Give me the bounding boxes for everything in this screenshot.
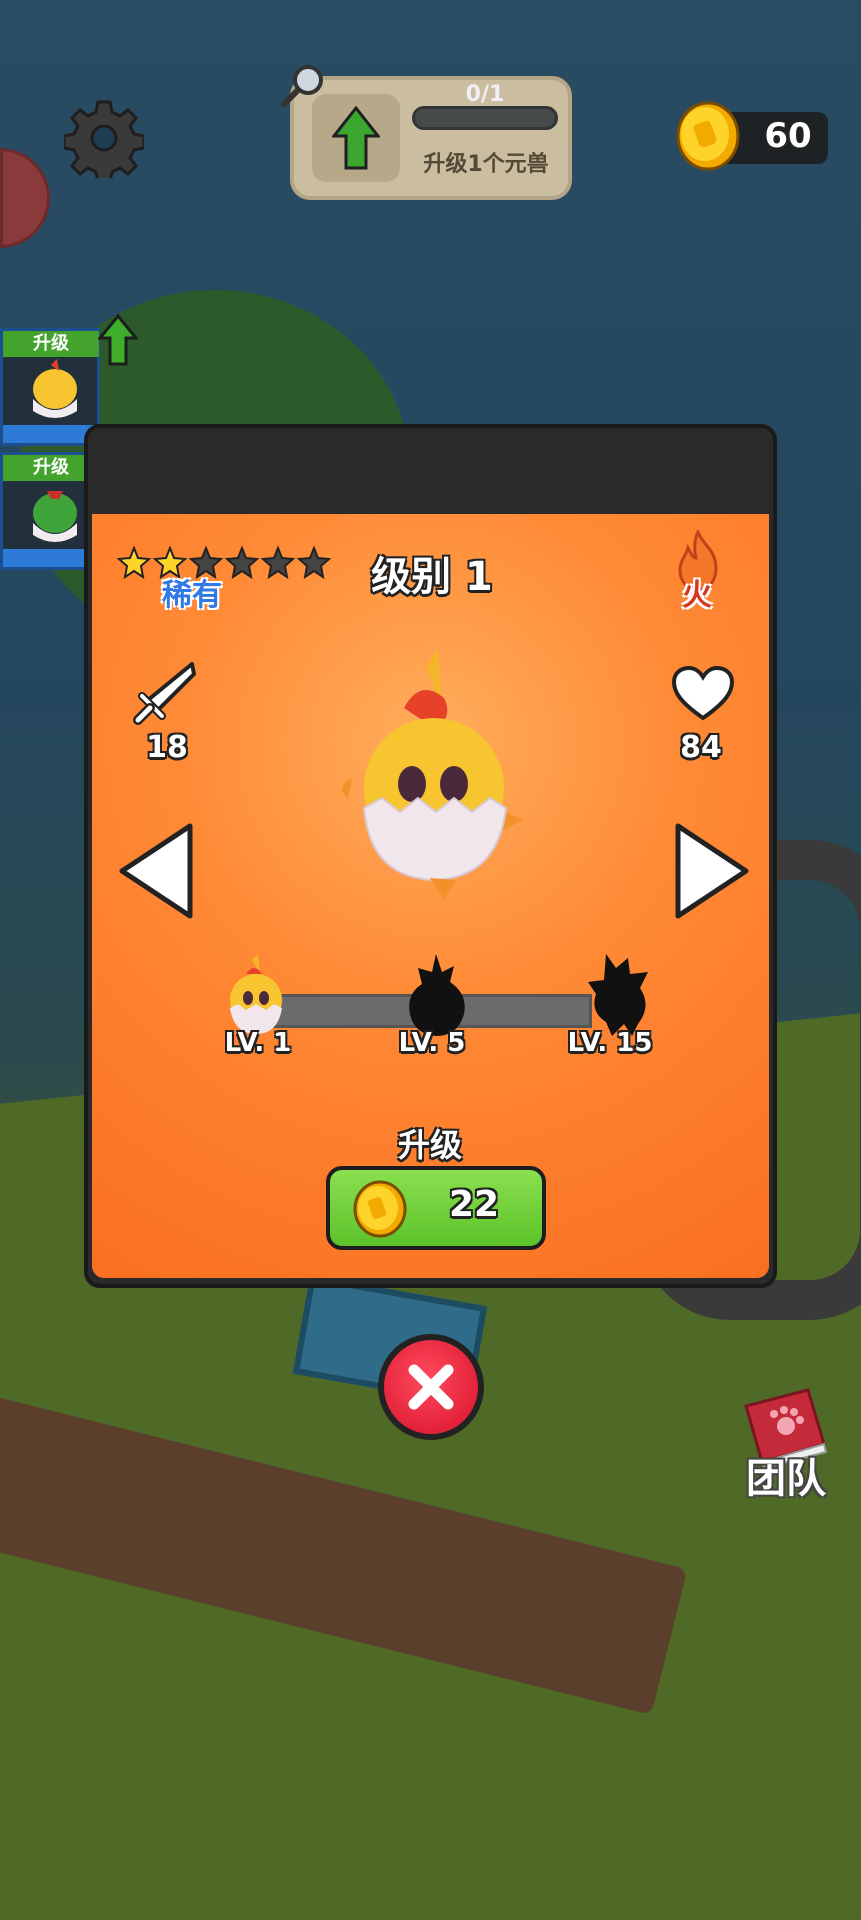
evolution-stage-3-silhouette-icon xyxy=(588,954,648,1036)
star-empty-icon xyxy=(260,546,296,580)
element-label: 火 xyxy=(682,578,712,613)
upgrade-button[interactable]: 22 xyxy=(326,1166,546,1250)
evolution-stage-3-label: LV. 15 xyxy=(567,1028,653,1058)
yellow-chick-icon xyxy=(33,359,77,418)
evolution-stage-2-label: LV. 5 xyxy=(398,1028,466,1058)
level-title: 级别 1 xyxy=(371,554,493,600)
coin-value: 60 xyxy=(764,116,812,156)
upgrade-arrow-icon xyxy=(332,106,380,170)
sword-icon xyxy=(133,662,196,725)
upgrade-cost: 22 xyxy=(448,1184,500,1225)
coin-icon xyxy=(353,1180,407,1238)
fire-chick-creature xyxy=(341,648,524,900)
creature-detail-panel: 稀有 级别 1 火 18 84 LV. 1 LV. 5 LV. 15 升级 22 xyxy=(92,514,769,1278)
star-empty-icon xyxy=(224,546,260,580)
evolution-stage-1-icon xyxy=(230,954,282,1034)
evolution-stage-2-silhouette-icon xyxy=(409,954,465,1036)
team-label[interactable]: 团队 xyxy=(740,1446,832,1504)
creature-detail-dialog: 稀有 级别 1 火 18 84 LV. 1 LV. 5 LV. 15 升级 22 xyxy=(84,424,777,1288)
quest-progress-bar xyxy=(412,106,558,130)
side-list-item[interactable]: 升级 xyxy=(0,328,100,446)
quest-label: 升级1个元兽 xyxy=(423,152,549,177)
heart-icon xyxy=(671,665,735,721)
star-filled-icon xyxy=(116,546,152,580)
upgrade-label: 升级 xyxy=(397,1126,462,1164)
side-list-label: 升级 xyxy=(3,331,99,357)
hp-value: 84 xyxy=(680,730,722,765)
close-icon xyxy=(408,1364,454,1410)
coin-icon xyxy=(676,101,740,171)
magnifier-icon xyxy=(281,65,323,107)
previous-arrow-button[interactable] xyxy=(114,818,198,924)
settings-gear-icon[interactable] xyxy=(64,98,144,178)
upgrade-available-icon xyxy=(98,314,138,366)
next-arrow-button[interactable] xyxy=(670,818,754,924)
close-button[interactable] xyxy=(378,1334,484,1440)
rarity-label: 稀有 xyxy=(162,578,222,613)
evolution-stage-1-label: LV. 1 xyxy=(224,1028,292,1058)
attack-value: 18 xyxy=(146,730,188,765)
quest-panel[interactable]: 0/1 升级1个元兽 xyxy=(290,76,572,200)
rarity-stars xyxy=(116,546,332,580)
green-chick-icon xyxy=(33,491,77,542)
quest-progress-text: 0/1 xyxy=(465,82,505,107)
